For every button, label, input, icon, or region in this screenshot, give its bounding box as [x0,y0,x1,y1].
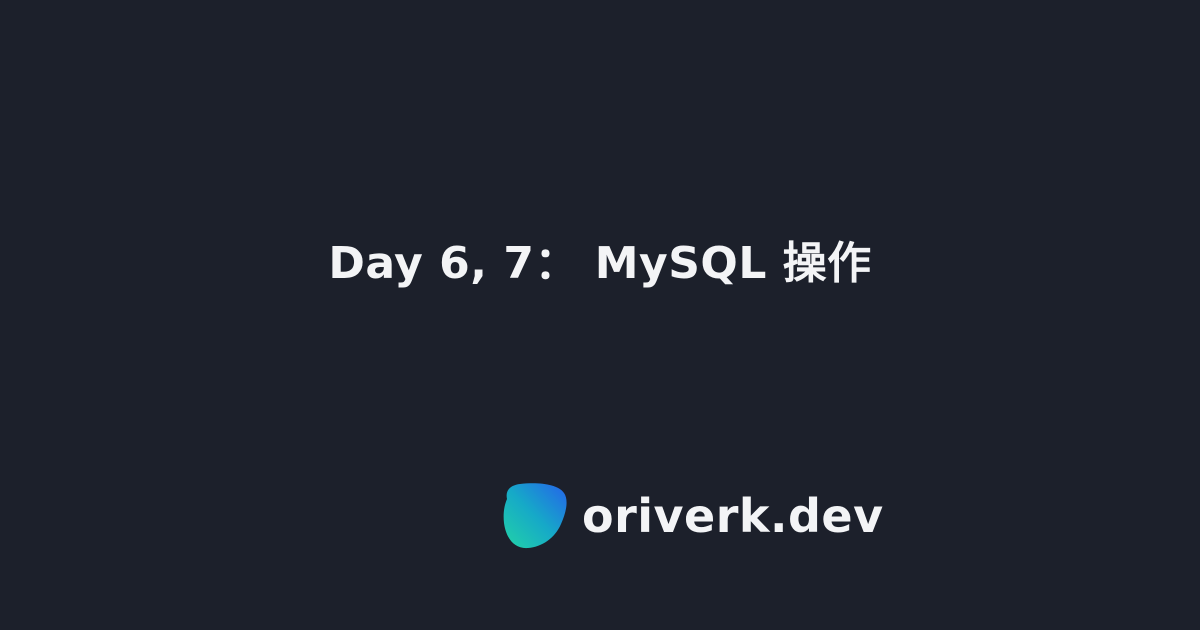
og-card: Day 6, 7： MySQL 操作 oriverk.dev [0,0,1200,630]
brand-name: oriverk.dev [582,489,884,543]
brand-lockup: oriverk.dev [500,480,884,552]
page-title: Day 6, 7： MySQL 操作 [328,238,872,289]
oriverk-logo-icon [503,483,567,549]
